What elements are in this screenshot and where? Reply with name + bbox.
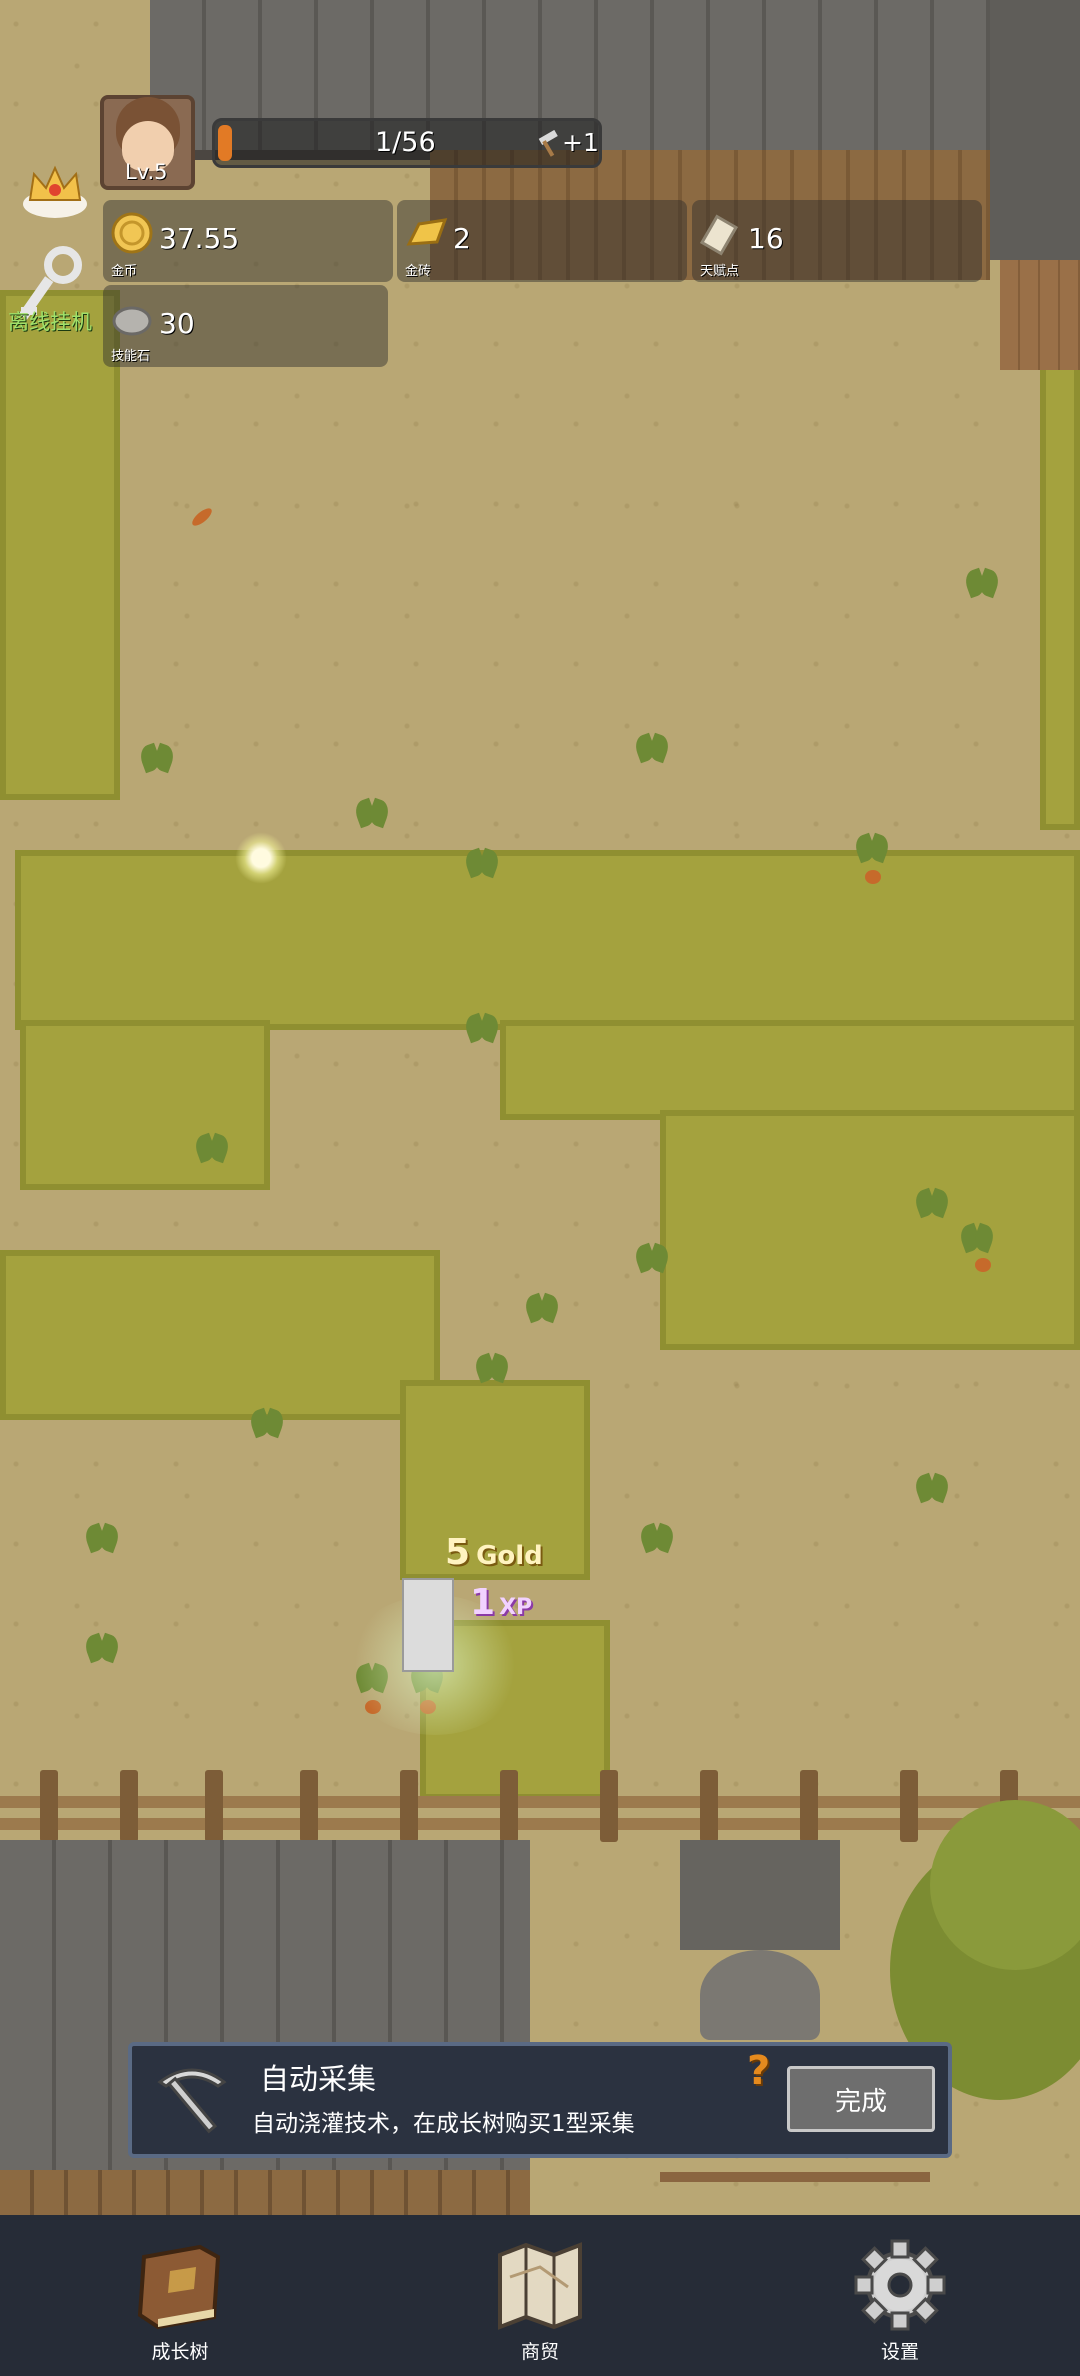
skill-stone-label: 技能石 bbox=[111, 349, 151, 364]
cart bbox=[660, 2160, 930, 2215]
crop-plant[interactable] bbox=[190, 1125, 234, 1165]
crop-plant[interactable] bbox=[80, 1625, 124, 1665]
gold-bar-label: 金砖 bbox=[405, 264, 432, 279]
grass-patch bbox=[500, 1020, 1080, 1120]
crop-plant[interactable] bbox=[850, 825, 894, 865]
fence-post bbox=[500, 1770, 518, 1842]
grass-patch bbox=[0, 290, 120, 800]
pickaxe-icon bbox=[157, 2068, 227, 2134]
talent-value: 16 bbox=[748, 222, 784, 255]
fence-post bbox=[600, 1770, 618, 1842]
quest-description: 自动浇灌技术，在成长树购买1型采集 bbox=[252, 2111, 635, 2137]
crop-plant[interactable] bbox=[910, 1180, 954, 1220]
carrot-root bbox=[865, 870, 881, 884]
xp-gain-unit: XP bbox=[499, 1595, 533, 1620]
harvest-marker bbox=[402, 1578, 454, 1672]
fence bbox=[0, 1782, 1080, 1842]
carrot-item[interactable] bbox=[189, 505, 215, 529]
fence-post bbox=[800, 1770, 818, 1842]
resource-gold[interactable]: 37.55 金币 bbox=[103, 200, 393, 282]
crown-icon[interactable] bbox=[20, 160, 90, 220]
nav-growth-tree[interactable]: 成长树 bbox=[80, 2215, 280, 2376]
crop-plant[interactable] bbox=[635, 1515, 679, 1555]
grass-patch bbox=[15, 850, 1080, 1030]
map-icon bbox=[498, 2242, 582, 2330]
fence-post bbox=[40, 1770, 58, 1842]
stone-icon bbox=[112, 306, 152, 336]
xp-gain-amount: 1 bbox=[470, 1582, 496, 1623]
fence-post bbox=[700, 1770, 718, 1842]
resource-skill-stone[interactable]: 30 技能石 bbox=[103, 285, 388, 367]
quest-help-icon[interactable]: ? bbox=[747, 2048, 770, 2094]
house-roof bbox=[990, 0, 1080, 260]
tool-bonus: +1 bbox=[562, 128, 599, 157]
crop-plant[interactable] bbox=[960, 560, 1004, 600]
gear-icon bbox=[854, 2239, 946, 2331]
gold-gain-unit: Gold bbox=[476, 1541, 543, 1571]
quest-title: 自动采集 bbox=[260, 2062, 377, 2096]
grass-patch bbox=[660, 1110, 1080, 1350]
idle-label[interactable]: 离线挂机 bbox=[8, 306, 92, 336]
crop-plant[interactable] bbox=[460, 840, 504, 880]
fence-post bbox=[300, 1770, 318, 1842]
bottom-nav: 成长树 商贸 设置 bbox=[0, 2215, 1080, 2376]
nav-trade[interactable]: 商贸 bbox=[440, 2215, 640, 2376]
well[interactable] bbox=[700, 1950, 820, 2040]
fence-post bbox=[400, 1770, 418, 1842]
player-level: Lv.5 bbox=[125, 160, 168, 184]
gold-bar-icon bbox=[406, 218, 448, 246]
resource-talent[interactable]: 16 天赋点 bbox=[692, 200, 982, 282]
gold-value: 37.55 bbox=[159, 222, 240, 255]
skill-stone-value: 30 bbox=[159, 307, 195, 340]
grass-patch bbox=[0, 1250, 440, 1420]
fence-post bbox=[120, 1770, 138, 1842]
crop-plant[interactable] bbox=[520, 1285, 564, 1325]
well-roof bbox=[680, 1840, 840, 1950]
xp-gain-popup: 1 XP bbox=[470, 1582, 532, 1623]
crop-plant[interactable] bbox=[80, 1515, 124, 1555]
fence-post bbox=[205, 1770, 223, 1842]
crop-plant[interactable] bbox=[460, 1005, 504, 1045]
nav-growth-tree-label: 成长树 bbox=[151, 2341, 209, 2363]
nav-trade-label: 商贸 bbox=[520, 2341, 559, 2363]
resource-gold-bar[interactable]: 2 金砖 bbox=[397, 200, 687, 282]
talent-label: 天赋点 bbox=[700, 264, 740, 279]
nav-settings[interactable]: 设置 bbox=[800, 2215, 1000, 2376]
carrot-root bbox=[975, 1258, 991, 1272]
crop-plant[interactable] bbox=[135, 735, 179, 775]
crop-plant[interactable] bbox=[245, 1400, 289, 1440]
house-wall bbox=[1000, 260, 1080, 370]
fence-post bbox=[900, 1770, 918, 1842]
crop-plant[interactable] bbox=[350, 790, 394, 830]
crop-plant[interactable] bbox=[910, 1465, 954, 1505]
gold-gain-popup: 5 Gold bbox=[445, 1532, 543, 1573]
crop-plant[interactable] bbox=[630, 1235, 674, 1275]
xp-text: 1/56 bbox=[375, 127, 436, 158]
crop-plant[interactable] bbox=[955, 1215, 999, 1255]
book-icon bbox=[137, 2244, 221, 2330]
gold-label: 金币 bbox=[111, 264, 138, 279]
gold-bar-value: 2 bbox=[453, 222, 471, 255]
gold-coin-icon bbox=[111, 212, 153, 254]
grass-patch bbox=[1040, 360, 1080, 830]
crop-plant[interactable] bbox=[630, 725, 674, 765]
xp-bar-fill bbox=[218, 125, 232, 161]
nav-settings-label: 设置 bbox=[880, 2341, 919, 2363]
gold-gain-amount: 5 bbox=[445, 1532, 471, 1573]
crop-plant[interactable] bbox=[470, 1345, 514, 1385]
scroll-icon bbox=[699, 214, 739, 256]
sparkle-pickup[interactable] bbox=[235, 832, 287, 884]
quest-complete-button[interactable]: 完成 bbox=[787, 2066, 935, 2132]
quest-banner[interactable]: 自动采集 自动浇灌技术，在成长树购买1型采集 ? 完成 bbox=[128, 2042, 952, 2158]
hammer-icon bbox=[538, 130, 558, 157]
